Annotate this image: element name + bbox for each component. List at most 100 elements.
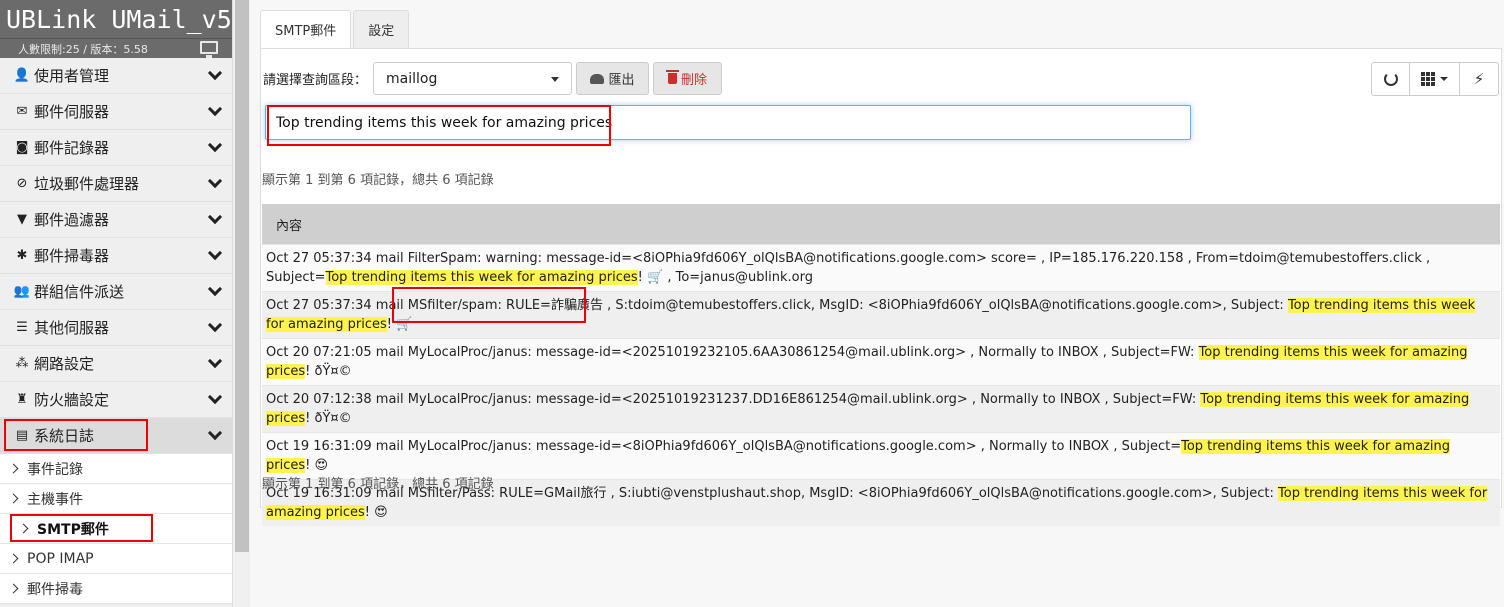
log-panel: 請選擇查詢區段： maillog 匯出 刪除 ⚡ Top trending it… <box>260 48 1502 526</box>
row-text-tail: ! ðŸ¤© <box>305 411 352 426</box>
search-input[interactable]: Top trending items this week for amazing… <box>265 105 1191 140</box>
table-row: Oct 27 05:37:34 mail FilterSpam: warning… <box>262 244 1500 291</box>
record-count-bottom: 顯示第 1 到第 6 項記錄，總共 6 項記錄 <box>262 477 494 492</box>
export-label: 匯出 <box>608 73 635 88</box>
chevron-right-icon <box>8 463 19 474</box>
castle-icon: ♜ <box>16 392 28 407</box>
submenu-item-label: 事件記錄 <box>27 461 83 478</box>
cloud-download-icon <box>590 73 605 84</box>
sidebar-item-users[interactable]: 👤 使用者管理 <box>0 58 232 94</box>
search-value: Top trending items this week for amazing… <box>276 114 613 131</box>
version-text: 人數限制:25 / 版本：5.58 <box>18 42 148 56</box>
table-row: Oct 27 05:37:34 mail MSfilter/spam: RULE… <box>262 291 1500 338</box>
sidebar-item-label: 其他伺服器 <box>34 319 110 337</box>
chevron-down-icon <box>207 101 223 117</box>
filter-icon: ▼ <box>17 212 27 227</box>
tab-bar: SMTP郵件 設定 <box>260 10 411 48</box>
sidebar-item-label: 郵件記錄器 <box>34 139 110 157</box>
refresh-icon <box>1383 72 1398 86</box>
sidebar-item-antivirus[interactable]: ✱ 郵件掃毒器 <box>0 238 232 274</box>
ban-icon: ⊘ <box>16 176 28 191</box>
chevron-down-icon <box>207 65 223 81</box>
table-header-content: 內容 <box>262 204 1500 244</box>
grid-icon <box>1421 72 1435 86</box>
users-icon: 👥 <box>13 284 31 299</box>
table-row: Oct 19 16:31:09 mail MyLocalProc/janus: … <box>262 432 1500 479</box>
submenu-item-smtp-mail[interactable]: SMTP郵件 <box>0 514 232 544</box>
delete-button[interactable]: 刪除 <box>653 62 722 95</box>
chevron-down-icon <box>207 353 223 369</box>
quick-action-button[interactable]: ⚡ <box>1460 63 1498 95</box>
sidebar-item-firewall[interactable]: ♜ 防火牆設定 <box>0 382 232 418</box>
submenu-item-pop-imap[interactable]: POP IMAP <box>0 544 232 574</box>
sidebar-item-filter[interactable]: ▼ 郵件過濾器 <box>0 202 232 238</box>
sidebar-item-group-mail[interactable]: 👥 群組信件派送 <box>0 274 232 310</box>
chevron-down-icon <box>207 389 223 405</box>
submenu-item-label: 郵件掃毒 <box>27 581 83 598</box>
submenu-item-label: POP IMAP <box>27 550 94 567</box>
sidebar-item-label: 群組信件派送 <box>34 283 125 301</box>
row-text-tail: ! 🛒 , To=janus@ublink.org <box>637 270 813 285</box>
sidebar-item-spam[interactable]: ⊘ 垃圾郵件處理器 <box>0 166 232 202</box>
chevron-down-icon <box>207 317 223 333</box>
camera-icon: ◙ <box>15 140 29 155</box>
subject-highlight: Top trending items this week for amazing… <box>325 270 638 285</box>
refresh-button[interactable] <box>1372 63 1410 95</box>
sidebar: UBLink UMail_v5 人數限制:25 / 版本：5.58 👤 使用者管… <box>0 0 232 607</box>
sidebar-item-label: 郵件掃毒器 <box>34 247 110 265</box>
main-content: SMTP郵件 設定 請選擇查詢區段： maillog 匯出 刪除 ⚡ Top t… <box>250 0 1504 607</box>
caret-down-icon <box>551 77 559 82</box>
chevron-down-icon <box>207 173 223 189</box>
sidebar-item-network[interactable]: ⁂ 網路設定 <box>0 346 232 382</box>
row-text: Oct 27 05:37:34 mail MSfilter/spam: RULE… <box>266 298 1288 313</box>
chevron-down-icon <box>207 137 223 153</box>
log-section-select[interactable]: maillog <box>373 62 572 95</box>
submenu-item-virus-scan[interactable]: 郵件掃毒 <box>0 574 232 604</box>
table-row: Oct 20 07:12:38 mail MyLocalProc/janus: … <box>262 385 1500 432</box>
tab-smtp-mail[interactable]: SMTP郵件 <box>260 10 352 48</box>
submenu-item-label: 主機事件 <box>27 491 83 508</box>
submenu-item-host-events[interactable]: 主機事件 <box>0 484 232 514</box>
sidebar-item-other-servers[interactable]: ☰ 其他伺服器 <box>0 310 232 346</box>
table-row: Oct 20 07:21:05 mail MyLocalProc/janus: … <box>262 338 1500 385</box>
brand-title: UBLink UMail_v5 <box>0 0 232 38</box>
sidebar-item-label: 郵件過濾器 <box>34 211 110 229</box>
table-tools: ⚡ <box>1371 62 1499 96</box>
sidebar-item-label: 郵件伺服器 <box>34 103 110 121</box>
columns-button[interactable] <box>1410 63 1460 95</box>
export-button[interactable]: 匯出 <box>576 62 649 95</box>
bolt-icon: ⚡ <box>1473 70 1485 88</box>
chevron-right-icon <box>8 493 19 504</box>
submenu-item-label: SMTP郵件 <box>37 521 109 538</box>
tab-settings[interactable]: 設定 <box>353 10 410 48</box>
sidebar-item-system-log[interactable]: ▤ 系統日誌 <box>0 418 232 454</box>
bug-icon: ✱ <box>16 248 28 263</box>
submenu-item-event-log[interactable]: 事件記錄 <box>0 454 232 484</box>
chevron-down-icon <box>207 245 223 261</box>
chevron-right-icon <box>8 583 19 594</box>
sitemap-icon: ⁂ <box>15 356 29 371</box>
caret-down-icon <box>1440 77 1448 81</box>
envelope-icon: ✉ <box>16 104 28 119</box>
sidebar-item-label: 網路設定 <box>34 355 95 373</box>
sidebar-item-label: 使用者管理 <box>34 67 110 85</box>
row-text-tail: ! 😍 <box>305 458 329 473</box>
sidebar-item-label: 防火牆設定 <box>34 391 110 409</box>
record-count-top: 顯示第 1 到第 6 項記錄，總共 6 項記錄 <box>262 173 494 188</box>
monitor-icon[interactable] <box>200 41 218 58</box>
sidebar-item-mail-recorder[interactable]: ◙ 郵件記錄器 <box>0 130 232 166</box>
chevron-down-icon <box>207 281 223 297</box>
chevron-down-icon <box>207 425 223 441</box>
delete-label: 刪除 <box>680 73 707 88</box>
select-value: maillog <box>386 70 438 87</box>
row-text-tail: ! 😍 <box>364 505 388 520</box>
chevron-right-icon <box>8 553 19 564</box>
brand-subtitle: 人數限制:25 / 版本：5.58 <box>0 38 232 58</box>
row-text: Oct 20 07:12:38 mail MyLocalProc/janus: … <box>266 392 1201 407</box>
sidebar-item-label: 垃圾郵件處理器 <box>34 175 140 193</box>
sidebar-scrollbar[interactable] <box>232 0 250 607</box>
server-icon: ☰ <box>16 320 28 335</box>
scrollbar-thumb[interactable] <box>235 0 249 552</box>
sidebar-item-mail-server[interactable]: ✉ 郵件伺服器 <box>0 94 232 130</box>
row-text: Oct 20 07:21:05 mail MyLocalProc/janus: … <box>266 345 1199 360</box>
